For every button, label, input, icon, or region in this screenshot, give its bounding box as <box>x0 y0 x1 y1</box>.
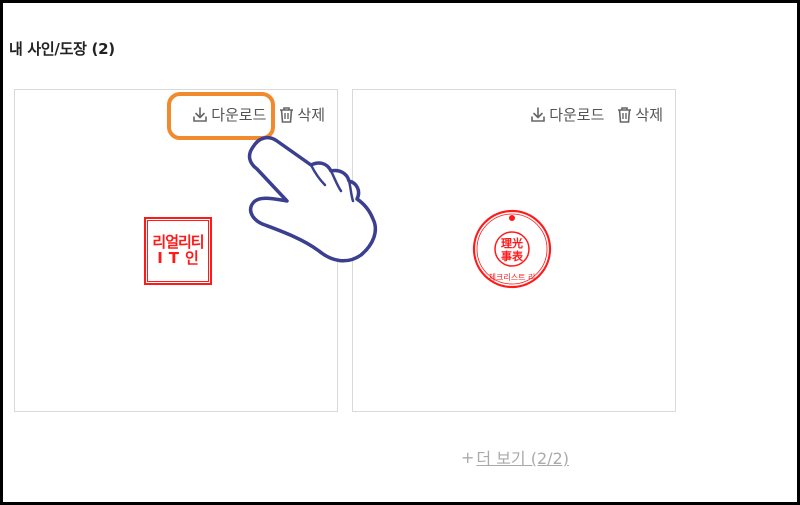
download-label: 다운로드 <box>549 106 605 124</box>
trash-icon <box>618 106 632 123</box>
stamp-ring-text: 체크리스트 리 <box>489 272 536 282</box>
download-label: 다운로드 <box>211 106 267 124</box>
pointing-hand-icon <box>247 135 378 263</box>
stamp-center-bottom: 事表 <box>501 249 524 263</box>
signature-card: 다운로드 삭제 理光 事表 체크리스트 리 <box>352 89 676 412</box>
delete-label: 삭제 <box>297 106 325 124</box>
download-icon <box>531 106 545 122</box>
stamp-text-line2: IT인 <box>157 249 205 267</box>
more-label: 더 보기 (2/2) <box>476 449 569 468</box>
stamp-center-top: 理光 <box>501 236 523 250</box>
stamp-image-round: 理光 事表 체크리스트 리 <box>472 209 552 289</box>
stamp-image-square: 리얼리티 IT인 <box>144 217 212 285</box>
trash-icon <box>280 106 294 123</box>
plus-icon: + <box>461 447 475 467</box>
screenshot-frame: 내 사인/도장 (2) 다운로드 삭제 리얼리티 IT인 다운로드 삭제 理光 … <box>3 3 797 502</box>
download-icon <box>193 106 207 122</box>
section-title: 내 사인/도장 (2) <box>9 40 115 58</box>
delete-button[interactable]: 삭제 <box>278 104 325 125</box>
download-button[interactable]: 다운로드 <box>529 104 604 125</box>
delete-label: 삭제 <box>635 106 663 124</box>
delete-button[interactable]: 삭제 <box>616 104 663 125</box>
card-actions: 다운로드 삭제 <box>191 104 325 125</box>
download-button[interactable]: 다운로드 <box>191 104 266 125</box>
more-link[interactable]: + 더 보기 (2/2) <box>461 445 569 469</box>
card-actions: 다운로드 삭제 <box>529 104 663 125</box>
